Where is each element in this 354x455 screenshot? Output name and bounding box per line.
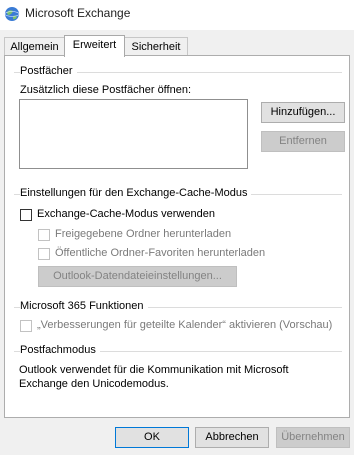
tab-allgemein[interactable]: Allgemein <box>4 37 65 57</box>
shared-calendar-checkbox[interactable] <box>20 320 32 332</box>
open-mailboxes-label: Zusätzlich diese Postfächer öffnen: <box>20 84 192 96</box>
group-title-postfaecher: Postfächer <box>20 65 77 77</box>
shared-folders-checkbox[interactable] <box>38 229 50 241</box>
remove-mailbox-button[interactable]: Entfernen <box>261 131 345 152</box>
shared-folders-label: Freigegebene Ordner herunterladen <box>55 228 232 240</box>
mailbox-list[interactable] <box>19 99 248 169</box>
datafile-settings-button[interactable]: Outlook-Datendateieinstellungen... <box>38 266 237 287</box>
tab-erweitert[interactable]: Erweitert <box>64 35 125 57</box>
group-title-cache: Einstellungen für den Exchange-Cache-Mod… <box>20 187 252 199</box>
add-mailbox-button[interactable]: Hinzufügen... <box>261 102 345 123</box>
cancel-button[interactable]: Abbrechen <box>195 427 269 448</box>
group-title-mailbox-mode: Postfachmodus <box>20 344 100 356</box>
use-cache-label: Exchange-Cache-Modus verwenden <box>37 208 215 220</box>
public-favorites-checkbox[interactable] <box>38 248 50 260</box>
public-favorites-label: Öffentliche Ordner-Favoriten herunterlad… <box>55 247 266 259</box>
apply-button[interactable]: Übernehmen <box>276 427 350 448</box>
mailbox-mode-info: Outlook verwendet für die Kommunikation … <box>19 364 289 390</box>
group-title-m365: Microsoft 365 Funktionen <box>20 300 148 312</box>
ok-button[interactable]: OK <box>115 427 189 448</box>
window-title: Microsoft Exchange <box>25 6 131 20</box>
title-bar: Microsoft Exchange <box>0 0 354 30</box>
exchange-globe-icon <box>4 7 20 21</box>
tab-sicherheit[interactable]: Sicherheit <box>124 37 188 57</box>
shared-calendar-label: „Verbesserungen für geteilte Kalender“ a… <box>37 319 333 331</box>
use-cache-checkbox[interactable] <box>20 209 32 221</box>
